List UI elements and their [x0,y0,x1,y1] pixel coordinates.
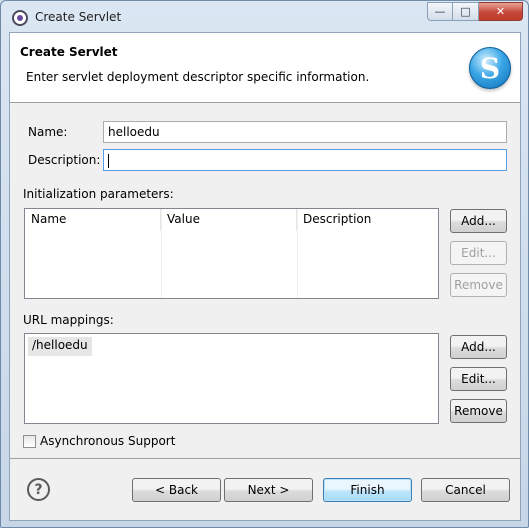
finish-button[interactable]: Finish [323,478,412,502]
column-divider [161,209,162,298]
window-title: Create Servlet [35,10,122,24]
async-support-label[interactable]: Asynchronous Support [40,434,175,448]
window-controls: — □ ✕ [427,2,523,21]
minimize-button[interactable]: — [427,2,453,21]
banner-title: Create Servlet [20,45,118,59]
dialog-content: Create Servlet Enter servlet deployment … [9,32,521,521]
footer-separator [10,458,520,459]
init-params-label: Initialization parameters: [23,187,174,201]
init-params-remove-button[interactable]: Remove [450,273,507,297]
async-support-checkbox[interactable] [23,435,36,448]
banner-description: Enter servlet deployment descriptor spec… [26,70,370,84]
column-header-value[interactable]: Value [161,209,297,231]
name-field-value: helloedu [108,125,160,139]
back-button[interactable]: < Back [132,478,221,502]
column-header-name[interactable]: Name [25,209,161,231]
column-header-description[interactable]: Description [297,209,438,231]
description-field[interactable] [103,149,507,171]
wizard-banner: Create Servlet Enter servlet deployment … [10,33,520,103]
url-mapping-item[interactable]: /helloedu [28,337,92,356]
title-bar[interactable]: Create Servlet — □ ✕ [1,1,528,33]
servlet-logo-icon: S [469,47,511,89]
column-divider [297,209,298,298]
text-caret [108,153,109,168]
eclipse-app-icon [12,10,28,26]
close-button[interactable]: ✕ [479,2,523,21]
init-params-edit-button[interactable]: Edit... [450,241,507,265]
url-mappings-edit-button[interactable]: Edit... [450,367,507,391]
init-params-table-header: Name Value Description [25,209,438,231]
url-mappings-remove-button[interactable]: Remove [450,399,507,423]
create-servlet-dialog: Create Servlet — □ ✕ Create Servlet Ente… [0,0,529,528]
name-label: Name: [28,125,68,139]
name-field[interactable]: helloedu [103,121,507,143]
url-mappings-label: URL mappings: [23,313,114,327]
init-params-table[interactable]: Name Value Description [24,208,439,299]
next-button[interactable]: Next > [224,478,313,502]
url-mappings-list[interactable]: /helloedu [24,333,439,424]
help-icon[interactable]: ? [27,478,50,501]
init-params-add-button[interactable]: Add... [450,209,507,233]
url-mappings-add-button[interactable]: Add... [450,335,507,359]
maximize-button[interactable]: □ [453,2,479,21]
description-label: Description: [28,153,101,167]
cancel-button[interactable]: Cancel [421,478,510,502]
